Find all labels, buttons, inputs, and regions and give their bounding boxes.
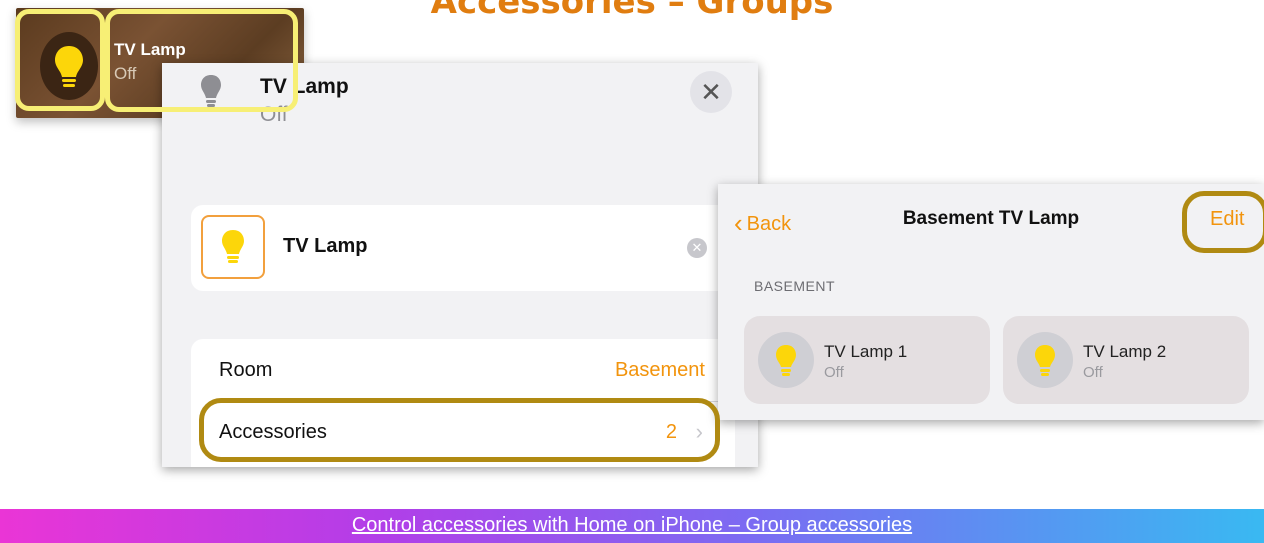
back-button[interactable]: ‹ Back [734, 206, 792, 238]
accessory-icon-circle [1017, 332, 1073, 388]
accessory-tile-1[interactable]: TV Lamp 1 Off [744, 316, 990, 404]
close-button[interactable]: ✕ [690, 71, 732, 113]
highlight-edit-button [1182, 191, 1264, 253]
room-label: Room [219, 359, 273, 381]
lightbulb-icon [776, 345, 796, 376]
accessory-tile-2[interactable]: TV Lamp 2 Off [1003, 316, 1249, 404]
chevron-left-icon: ‹ [734, 208, 743, 238]
section-label: BASEMENT [754, 278, 836, 294]
close-icon: ✕ [700, 77, 722, 107]
accessory-status: Off [824, 364, 844, 381]
accessory-icon-circle [758, 332, 814, 388]
lightbulb-icon [222, 230, 244, 263]
icon-picker-button[interactable] [201, 215, 265, 279]
footer-link[interactable]: Control accessories with Home on iPhone … [352, 514, 912, 536]
footer-banner: Control accessories with Home on iPhone … [0, 509, 1264, 543]
highlight-tile-name [105, 9, 298, 112]
back-label: Back [746, 213, 792, 235]
highlight-tile-icon [15, 9, 105, 111]
accessory-name: TV Lamp 1 [824, 342, 908, 361]
clear-icon: ✕ [691, 240, 703, 255]
name-field-card: TV Lamp ✕ [191, 205, 735, 291]
highlight-accessories-row [199, 398, 720, 462]
accessory-name: TV Lamp 2 [1083, 342, 1167, 361]
name-input[interactable]: TV Lamp [283, 235, 367, 258]
accessory-status: Off [1083, 364, 1103, 381]
room-value[interactable]: Basement [615, 359, 705, 382]
lightbulb-icon [1035, 345, 1055, 376]
clear-button[interactable]: ✕ [687, 238, 707, 258]
